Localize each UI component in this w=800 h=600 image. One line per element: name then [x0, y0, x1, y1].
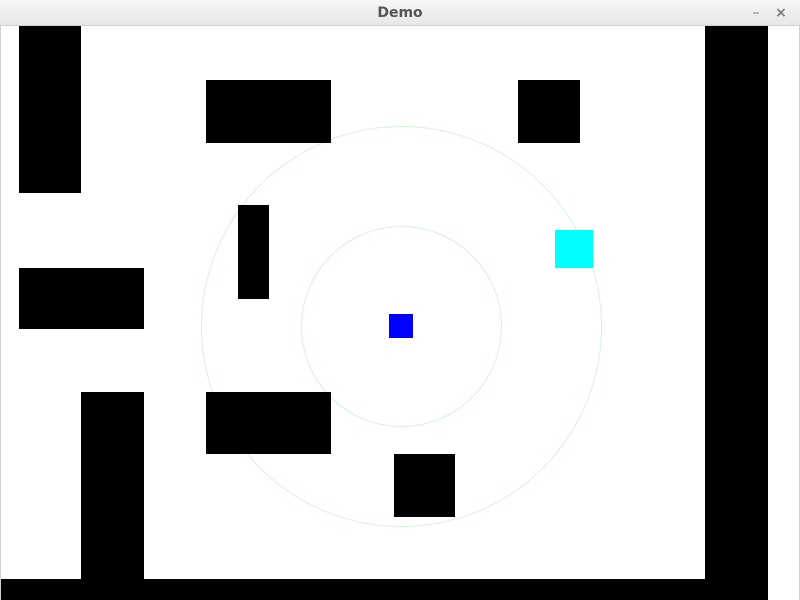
app-window: Demo – ×: [0, 0, 800, 600]
wall-top-square: [518, 80, 580, 143]
wall-bottom-bar: [206, 392, 331, 454]
wall-vertical-small: [238, 205, 269, 299]
player-square[interactable]: [389, 314, 413, 338]
game-canvas[interactable]: [0, 0, 800, 600]
wall-right-column: [705, 26, 768, 600]
wall-left-middle: [19, 268, 144, 329]
wall-top-bar: [206, 80, 331, 143]
wall-bottom-edge: [1, 579, 768, 600]
wall-bottom-square: [394, 454, 455, 517]
wall-left-top: [19, 26, 81, 193]
target-square[interactable]: [555, 230, 593, 268]
wall-left-bottom-column: [81, 392, 144, 600]
